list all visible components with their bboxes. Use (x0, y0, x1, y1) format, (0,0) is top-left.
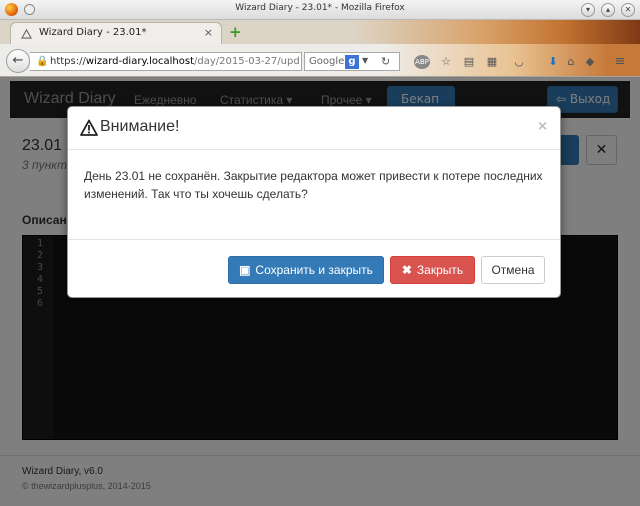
tab-strip: Wizard Diary - 23.01* × (0, 20, 640, 44)
search-dropdown-icon[interactable]: ▼ (362, 56, 368, 65)
url-bar[interactable]: 🔒 https://wizard-diary.localhost/day/201… (30, 52, 302, 71)
tab-close-icon[interactable]: × (204, 26, 213, 39)
adblock-icon[interactable]: ABP (414, 55, 430, 69)
menu-icon[interactable]: ≡ (612, 55, 628, 69)
maximize-icon[interactable]: ▴ (601, 3, 615, 17)
dialog-title: Внимание! (100, 118, 180, 135)
browser-tab[interactable]: Wizard Diary - 23.01* × (10, 22, 222, 44)
minimize-icon[interactable]: ▾ (581, 3, 595, 17)
window-title: Wizard Diary - 23.01* - Mozilla Firefox (235, 3, 405, 13)
close-icon[interactable]: × (537, 119, 548, 134)
reader-icon[interactable]: ▦ (484, 55, 500, 69)
lock-icon: 🔒 (36, 56, 49, 67)
close-x-icon: ✖ (401, 263, 412, 277)
save-and-close-label: Сохранить и закрыть (255, 263, 373, 277)
cancel-button[interactable]: Отмена (481, 256, 545, 284)
new-tab-icon[interactable]: + (229, 25, 243, 40)
warning-icon (80, 119, 98, 136)
bookmarks-icon[interactable]: ▤ (461, 55, 477, 69)
dialog-header: Внимание! × (68, 107, 560, 150)
tab-title: Wizard Diary - 23.01* (39, 27, 147, 38)
download-icon[interactable]: ⬇ (545, 55, 561, 69)
close-without-saving-button[interactable]: ✖ Закрыть (390, 256, 475, 284)
dialog-message: День 23.01 не сохранён. Закрытие редакто… (84, 169, 543, 201)
window-titlebar: Wizard Diary - 23.01* - Mozilla Firefox … (0, 0, 640, 20)
wizard-favicon-icon (21, 28, 32, 39)
search-engine-label: Google (309, 56, 345, 67)
floppy-disk-icon: ▣ (239, 263, 251, 277)
google-icon: g (345, 55, 359, 69)
cancel-label: Отмена (491, 263, 535, 277)
url-scheme: https:// (50, 56, 86, 67)
url-text: https://wizard-diary.localhost/day/2015-… (50, 56, 300, 67)
warning-dialog: Внимание! × День 23.01 не сохранён. Закр… (67, 106, 561, 298)
save-and-close-button[interactable]: ▣ Сохранить и закрыть (228, 256, 384, 284)
search-box[interactable]: Google g ▼ ↻ (304, 52, 400, 71)
home-icon[interactable]: ⌂ (563, 55, 579, 69)
url-host: wizard-diary.localhost (85, 56, 195, 67)
extension-icon[interactable]: ◆ (582, 55, 598, 69)
close-window-icon[interactable]: ✕ (621, 3, 635, 17)
star-icon[interactable]: ☆ (438, 55, 454, 69)
pocket-icon[interactable]: ◡ (511, 55, 527, 69)
back-arrow-icon[interactable]: ← (6, 49, 30, 73)
close-without-saving-label: Закрыть (416, 263, 464, 277)
dialog-footer: ▣ Сохранить и закрыть ✖ Закрыть Отмена (68, 239, 560, 299)
reload-icon[interactable]: ↻ (381, 55, 390, 68)
browser-toolbar: ← 🔒 https://wizard-diary.localhost/day/2… (0, 44, 640, 77)
url-path: /day/2015-03-27/update (194, 56, 300, 67)
